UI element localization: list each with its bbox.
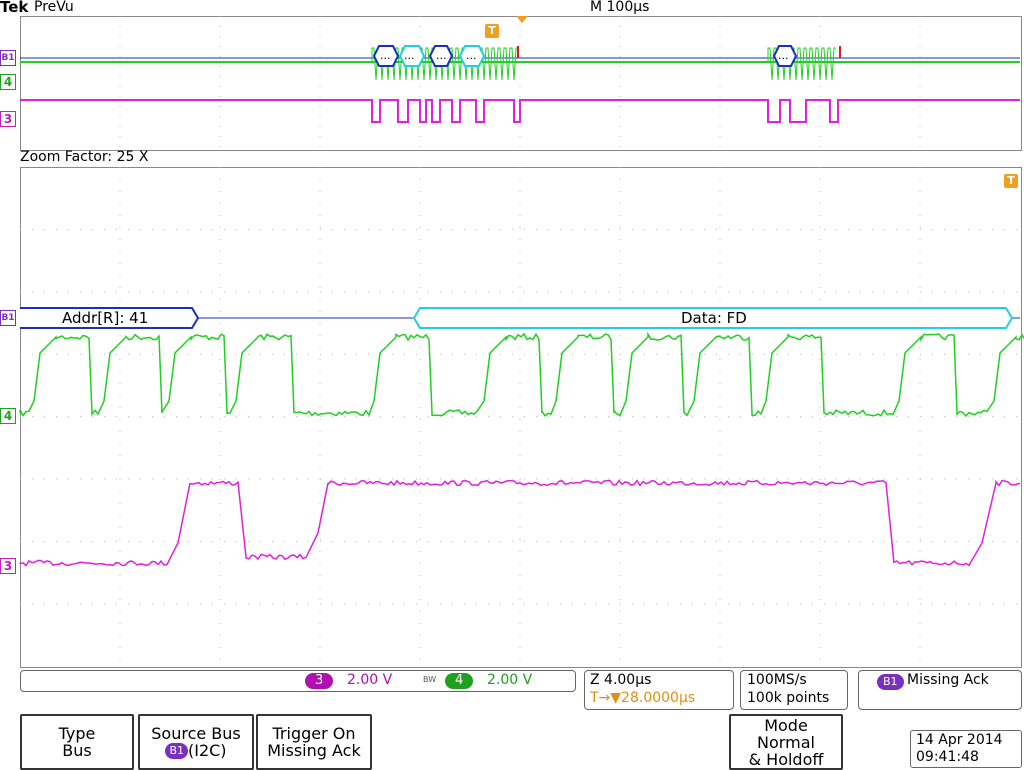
trigger-readout[interactable]: B1 Missing Ack [858, 670, 1022, 710]
horizontal-readout[interactable]: Z 4.00µs T→▼28.0000µs [584, 670, 734, 710]
trigger-position-arrow [516, 16, 528, 23]
bandwidth-limit-icon: BW [423, 675, 437, 684]
trigger-type: Missing Ack [907, 672, 989, 688]
trigger-overview-marker[interactable]: T [485, 24, 499, 38]
trigger-zoom-marker[interactable]: T [1004, 174, 1018, 188]
ch3-zoom-marker[interactable]: 3 [0, 558, 16, 574]
ch4-zoom-marker[interactable]: 4 [0, 408, 16, 424]
ch3-scale: 2.00 V [347, 672, 393, 688]
ch4-badge: 4 [445, 673, 474, 689]
overview-packet-label: ... [466, 49, 477, 62]
sample-rate: 100MS/s [747, 672, 807, 688]
bus-badge: B1 [877, 674, 904, 690]
zoom-ch3-trace [19, 479, 1021, 567]
overview-packet-label: ... [778, 49, 789, 62]
source-bus-softkey-title: Source Bus [151, 723, 241, 743]
overview-ch3-trace [20, 99, 1020, 123]
trigger-on-softkey-value: Missing Ack [267, 741, 361, 760]
b1-zoom-marker[interactable]: B1 [0, 310, 16, 326]
mode-softkey[interactable]: Mode Normal & Holdoff [729, 714, 843, 770]
b1-overview-marker[interactable]: B1 [0, 50, 16, 66]
bus-address-label: Addr[R]: 41 [62, 309, 149, 327]
trigger-on-softkey-title: Trigger On [272, 724, 356, 743]
type-softkey-title: Type [58, 724, 96, 743]
source-bus-protocol: (I2C) [187, 740, 227, 760]
date-label: 14 Apr 2014 [916, 732, 1003, 748]
zoom-time-scale: Z 4.00µs [590, 672, 652, 688]
zoom-ch4-trace [19, 331, 1024, 418]
trigger-position: T→▼28.0000µs [590, 690, 696, 706]
mode-softkey-value: Normal [757, 732, 815, 752]
overview-packet-label: ... [404, 49, 415, 62]
acquisition-readout[interactable]: 100MS/s 100k points [740, 670, 848, 710]
time-label: 09:41:48 [916, 749, 979, 765]
source-bus-softkey-value: B1 (I2C) [140, 742, 252, 760]
ch3-badge: 3 [305, 673, 334, 689]
record-length: 100k points [747, 690, 830, 706]
mode-softkey-title: Mode [764, 715, 808, 735]
ch4-overview-marker[interactable]: 4 [0, 74, 16, 90]
type-softkey-value: Bus [62, 741, 92, 760]
source-bus-softkey[interactable]: Source Bus B1 (I2C) [138, 714, 254, 770]
ch3-overview-marker[interactable]: 3 [0, 111, 16, 127]
bus-data-label: Data: FD [681, 309, 747, 327]
date-time-display: 14 Apr 2014 09:41:48 [910, 730, 1022, 768]
waveform-display [19, 16, 1024, 666]
ch4-scale: 2.00 V [487, 672, 533, 688]
source-bus-badge: B1 [165, 743, 188, 760]
trigger-on-softkey[interactable]: Trigger On Missing Ack [256, 714, 372, 770]
overview-packet-label: ... [380, 49, 391, 62]
mode-softkey-holdoff: & Holdoff [748, 749, 824, 769]
vertical-readout[interactable]: 3 2.00 V BW 4 2.00 V [20, 670, 576, 692]
overview-packet-label: ... [436, 49, 447, 62]
type-softkey[interactable]: Type Bus [20, 714, 134, 770]
